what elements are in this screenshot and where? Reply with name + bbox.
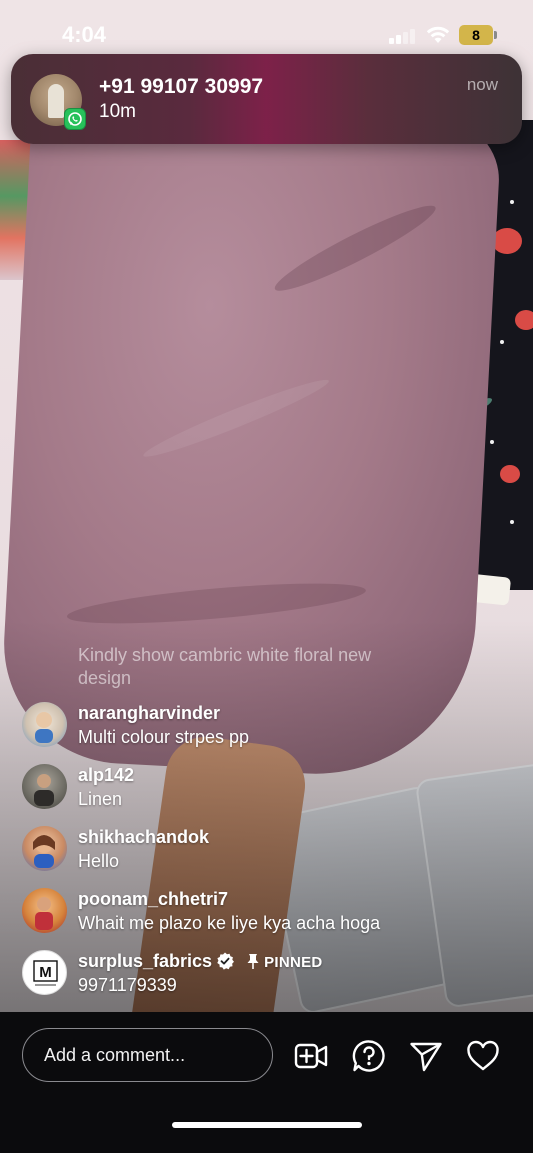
comment-item[interactable]: shikhachandok Hello — [22, 826, 522, 878]
comment-item[interactable]: alp142 Linen — [22, 764, 522, 816]
avatar[interactable] — [22, 826, 67, 871]
battery-level: 8 — [472, 27, 480, 43]
pin-icon — [247, 954, 259, 969]
comment-text[interactable]: 9971179339 — [78, 975, 177, 996]
avatar[interactable] — [22, 764, 67, 809]
heart-icon[interactable] — [466, 1039, 500, 1073]
battery-icon: 8 — [459, 25, 497, 45]
comment-faded: Kindly show cambric white floral new des… — [78, 645, 372, 688]
question-icon[interactable] — [352, 1039, 386, 1073]
comment-item[interactable]: narangharvinder Multi colour strpes pp — [22, 702, 522, 754]
pinned-comment[interactable]: M surplus_fabrics PINNED 9971179339 — [22, 950, 522, 1002]
add-video-icon[interactable] — [294, 1039, 328, 1073]
brand-logo-letter: M — [39, 964, 52, 981]
comment-username[interactable]: surplus_fabrics — [78, 951, 212, 971]
whatsapp-icon — [64, 108, 86, 130]
comment-username[interactable]: shikhachandok — [78, 827, 209, 848]
notification-body: 10m — [99, 101, 136, 122]
pinned-comment-header: surplus_fabrics PINNED — [78, 951, 323, 972]
comment-text: Multi colour strpes pp — [78, 727, 250, 747]
comment-username[interactable]: alp142 — [78, 765, 134, 786]
verified-badge-icon — [217, 952, 235, 970]
comment-input[interactable] — [22, 1028, 273, 1082]
comment-username[interactable]: narangharvinder — [78, 703, 220, 724]
cellular-signal-icon — [389, 28, 417, 44]
notification-title: +91 99107 30997 — [99, 75, 264, 98]
status-time: 4:04 — [62, 22, 107, 47]
avatar[interactable]: M — [22, 950, 67, 995]
notification-banner[interactable]: +91 99107 30997 10m now — [11, 54, 522, 144]
comment-text: Whait me plazo ke liye kya acha hoga — [78, 913, 381, 933]
comment-username[interactable]: poonam_chhetri7 — [78, 889, 228, 910]
wifi-icon — [426, 26, 450, 43]
avatar[interactable] — [22, 702, 67, 747]
comment-item[interactable]: poonam_chhetri7 Whait me plazo ke liye k… — [22, 888, 522, 940]
home-indicator[interactable] — [172, 1122, 362, 1128]
notification-time: now — [466, 75, 498, 94]
bottom-bar — [0, 1012, 533, 1153]
comment-text: Hello — [78, 851, 120, 871]
pinned-label: PINNED — [264, 954, 323, 971]
send-icon[interactable] — [409, 1039, 443, 1073]
status-bar: 4:04 8 — [0, 0, 533, 60]
avatar[interactable] — [22, 888, 67, 933]
comment-text: Linen — [78, 789, 123, 809]
